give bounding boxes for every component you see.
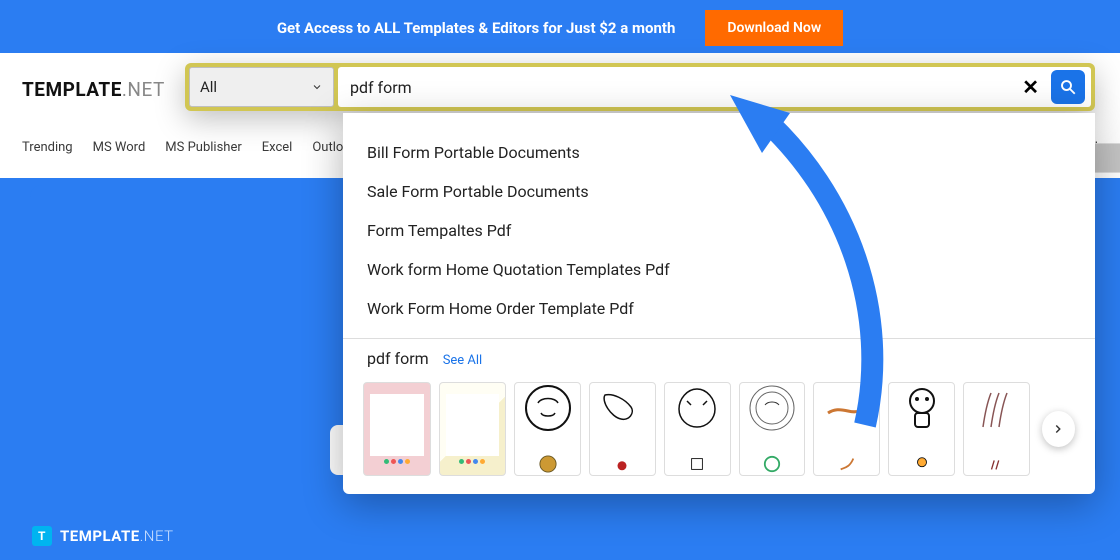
footer-logo-text: TEMPLATE.NET [60, 527, 174, 545]
tail-icon [838, 455, 856, 473]
suggestion-list: Bill Form Portable Documents Sale Form P… [343, 113, 1095, 338]
tiger-seal-icon [747, 383, 797, 433]
tiger-walk-icon [822, 383, 872, 433]
suggestion-item[interactable]: Form Tempaltes Pdf [343, 211, 1095, 250]
search-button[interactable] [1051, 70, 1085, 104]
search-filter-dropdown[interactable]: All [189, 67, 334, 107]
template-thumbnail[interactable] [363, 382, 431, 476]
template-thumbnail[interactable] [664, 382, 731, 476]
logo-main: TEMPLATE [22, 78, 122, 101]
paw-icon [613, 455, 631, 473]
see-all-link[interactable]: See All [443, 353, 483, 368]
filter-label: All [200, 78, 217, 96]
tiger-head-icon [523, 383, 573, 433]
search-bar: ✕ [338, 67, 1091, 107]
search-dropdown: Bill Form Portable Documents Sale Form P… [343, 113, 1095, 494]
footer-logo[interactable]: T TEMPLATE.NET [32, 526, 174, 546]
suggestion-item[interactable]: Bill Form Portable Documents [343, 133, 1095, 172]
search-input[interactable] [350, 78, 1010, 97]
seal-mini-icon [763, 455, 781, 473]
template-thumbnail[interactable] [589, 382, 656, 476]
tiger-face-icon [672, 383, 722, 433]
clear-search-icon[interactable]: ✕ [1018, 75, 1043, 99]
suggestion-item[interactable]: Work Form Home Order Template Pdf [343, 289, 1095, 328]
nav-ms-publisher[interactable]: MS Publisher [165, 140, 241, 155]
template-thumbnail[interactable] [439, 382, 507, 476]
footer-logo-icon: T [32, 526, 52, 546]
nav-ms-word[interactable]: MS Word [93, 140, 146, 155]
template-thumbnail[interactable] [514, 382, 581, 476]
claw-mini-icon [987, 455, 1005, 473]
download-now-button[interactable]: Download Now [705, 10, 843, 46]
promo-text: Get Access to ALL Templates & Editors fo… [277, 19, 676, 37]
template-thumbnail[interactable] [739, 382, 806, 476]
thumbnails-next-button[interactable] [1042, 411, 1075, 447]
chevron-down-icon [311, 81, 323, 93]
template-thumbnail[interactable] [813, 382, 880, 476]
claw-icon [971, 383, 1021, 433]
tiger-leap-icon [597, 383, 647, 433]
thumbnail-row [343, 376, 1095, 494]
chevron-right-icon [1051, 422, 1065, 436]
tiger-mini-icon [688, 455, 706, 473]
results-label: pdf form [367, 349, 429, 368]
promo-bar: Get Access to ALL Templates & Editors fo… [0, 0, 1120, 55]
logo-suffix: .NET [122, 78, 165, 101]
tiger-cartoon-icon [897, 383, 947, 433]
template-thumbnail[interactable] [963, 382, 1030, 476]
site-logo[interactable]: TEMPLATE.NET [22, 78, 165, 101]
suggestion-item[interactable]: Sale Form Portable Documents [343, 172, 1095, 211]
badge-icon [539, 455, 557, 473]
nav-trending[interactable]: Trending [22, 140, 73, 155]
cartoon-mini-icon [913, 455, 931, 473]
nav-excel[interactable]: Excel [262, 140, 293, 155]
results-header: pdf form See All [343, 338, 1095, 376]
search-icon [1059, 78, 1077, 96]
template-thumbnail[interactable] [888, 382, 955, 476]
search-frame: All ✕ [185, 63, 1095, 111]
suggestion-item[interactable]: Work form Home Quotation Templates Pdf [343, 250, 1095, 289]
